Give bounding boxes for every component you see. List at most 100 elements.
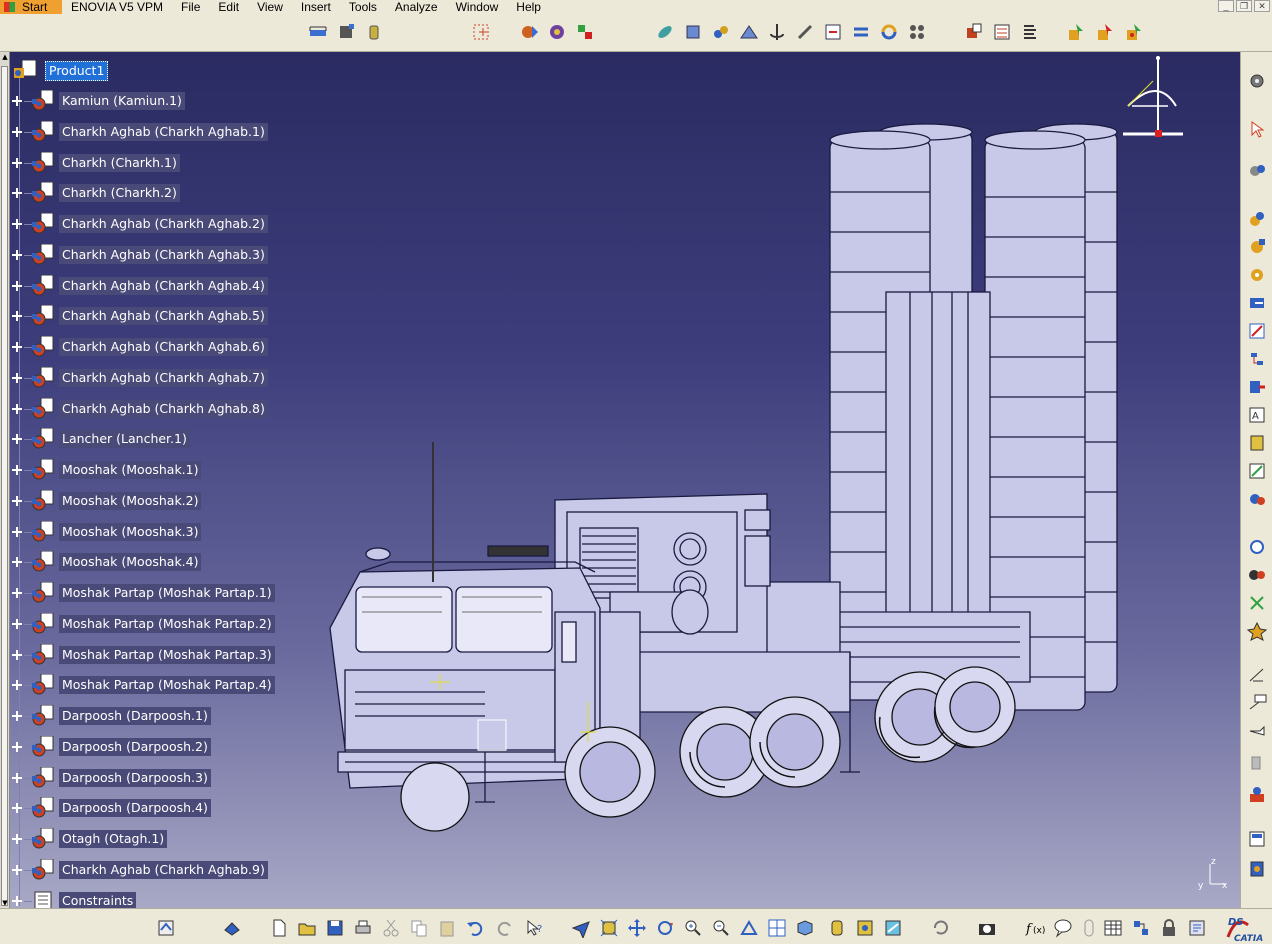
expand-plus-icon[interactable] [12,496,22,506]
whats-this-icon[interactable]: ? [524,917,546,939]
expand-plus-icon[interactable] [12,465,22,475]
scroll-thumb[interactable] [1,66,8,906]
expand-plus-icon[interactable] [12,588,22,598]
selective-load-icon[interactable]: A [1246,404,1268,426]
new-document-icon[interactable] [268,917,290,939]
properties-icon[interactable] [1019,21,1041,43]
tree-node[interactable]: Darpoosh (Darpoosh.2) [12,735,211,758]
workbench-switch-icon[interactable] [155,917,177,939]
pan-icon[interactable] [626,917,648,939]
expand-plus-icon[interactable] [12,434,22,444]
tree-node-label[interactable]: Moshak Partap (Moshak Partap.1) [59,584,275,602]
snap-icon[interactable] [710,21,732,43]
comment-icon[interactable] [1052,917,1074,939]
expand-plus-icon[interactable] [12,865,22,875]
insert-component-icon[interactable] [1246,208,1268,230]
expand-plus-icon[interactable] [12,834,22,844]
tree-node[interactable]: Otagh (Otagh.1) [12,827,168,850]
tree-node[interactable]: Mooshak (Mooshak.3) [12,520,202,543]
tree-node-label[interactable]: Charkh Aghab (Charkh Aghab.8) [59,400,268,418]
expand-plus-icon[interactable] [12,711,22,721]
expand-plus-icon[interactable] [12,250,22,260]
new-component-icon[interactable] [519,21,541,43]
compass-widget[interactable] [1118,56,1188,146]
tree-node[interactable]: Charkh Aghab (Charkh Aghab.6) [12,335,268,358]
tree-node-label[interactable]: Otagh (Otagh.1) [59,830,168,848]
multi-view-icon[interactable] [766,917,788,939]
explode-icon[interactable] [654,21,676,43]
lock-icon[interactable] [1158,917,1180,939]
hide-show-icon[interactable] [854,917,876,939]
scene-side-icon[interactable] [1246,784,1268,806]
tree-node[interactable]: Moshak Partap (Moshak Partap.3) [12,643,275,666]
annotation-text-icon[interactable] [1246,692,1268,714]
tree-node[interactable]: Darpoosh (Darpoosh.1) [12,704,211,727]
menu-window[interactable]: Window [447,0,508,14]
menu-insert[interactable]: Insert [292,0,340,14]
tree-node-label[interactable]: Mooshak (Mooshak.4) [59,553,202,571]
catalog-browser-icon[interactable] [221,917,243,939]
bill-of-material-side-icon[interactable] [1246,828,1268,850]
expand-plus-icon[interactable] [12,680,22,690]
select-arrow-icon[interactable] [1246,118,1268,140]
tree-node-label[interactable]: Moshak Partap (Moshak Partap.3) [59,646,275,664]
expand-plus-icon[interactable] [12,281,22,291]
insert-product-icon[interactable] [1246,236,1268,258]
iso-view-icon[interactable] [794,917,816,939]
tree-node[interactable]: Charkh Aghab (Charkh Aghab.8) [12,397,268,420]
menu-edit[interactable]: Edit [209,0,248,14]
rotate-icon[interactable] [654,917,676,939]
fly-mode-icon[interactable] [570,917,592,939]
tree-node-label[interactable]: Darpoosh (Darpoosh.4) [59,799,211,817]
tree-node[interactable]: Lancher (Lancher.1) [12,427,190,450]
menu-analyze[interactable]: Analyze [386,0,447,14]
tree-node[interactable]: Moshak Partap (Moshak Partap.1) [12,581,275,604]
vertical-scrollbar[interactable]: ▲ ▼ [0,52,10,908]
tree-node-label[interactable]: Mooshak (Mooshak.3) [59,523,202,541]
expand-plus-icon[interactable] [12,373,22,383]
workbench-gear-icon[interactable] [1246,70,1268,92]
expand-plus-icon[interactable] [12,742,22,752]
menu-help[interactable]: Help [507,0,550,14]
constraint-side-icon[interactable] [1246,664,1268,686]
tree-node-label[interactable]: Charkh Aghab (Charkh Aghab.9) [59,861,268,879]
tree-node[interactable]: Darpoosh (Darpoosh.4) [12,796,211,819]
tree-node[interactable]: Charkh Aghab (Charkh Aghab.9) [12,858,268,881]
expand-plus-icon[interactable] [12,127,22,137]
zoom-in-icon[interactable] [682,917,704,939]
flag-note-icon[interactable] [1246,720,1268,742]
new-part-icon[interactable] [574,21,596,43]
explode-side-icon[interactable] [1246,620,1268,642]
graph-tree-reorder-icon[interactable] [1246,348,1268,370]
zoom-out-icon[interactable] [710,917,732,939]
close-icon[interactable]: ✕ [1254,0,1270,12]
tree-node[interactable]: Moshak Partap (Moshak Partap.2) [12,612,275,635]
menu-file[interactable]: File [172,0,209,14]
start-menu[interactable]: Start [0,0,62,14]
tree-node-label[interactable]: Charkh Aghab (Charkh Aghab.5) [59,307,268,325]
tree-node-label[interactable]: Charkh Aghab (Charkh Aghab.3) [59,246,268,264]
anchor-icon[interactable] [766,21,788,43]
tree-node-label[interactable]: Kamiun (Kamiun.1) [59,92,185,110]
new-product-icon[interactable] [546,21,568,43]
offset-icon[interactable] [794,21,816,43]
publish-icon[interactable] [1065,21,1087,43]
catalog-icon[interactable] [470,21,492,43]
fast-multi-instantiation-icon[interactable] [1246,488,1268,510]
manage-representations-icon[interactable] [1246,432,1268,454]
tree-node-label[interactable]: Darpoosh (Darpoosh.3) [59,769,211,787]
scroll-down-icon[interactable]: ▼ [0,898,10,908]
expand-plus-icon[interactable] [12,896,22,906]
tree-node[interactable]: Moshak Partap (Moshak Partap.4) [12,673,275,696]
measure-inertia-icon[interactable] [363,21,385,43]
bom-icon[interactable] [991,21,1013,43]
tree-node[interactable]: Charkh Aghab (Charkh Aghab.2) [12,212,268,235]
tree-node-label[interactable]: Charkh Aghab (Charkh Aghab.6) [59,338,268,356]
expand-plus-icon[interactable] [12,404,22,414]
multi-instantiate-side-icon[interactable] [1246,460,1268,482]
existing-component-icon[interactable] [1246,292,1268,314]
tree-node-label[interactable]: Mooshak (Mooshak.2) [59,492,202,510]
product-structure-icon[interactable] [1246,160,1268,182]
tree-node[interactable]: Charkh Aghab (Charkh Aghab.5) [12,304,268,327]
multi-instantiation-icon[interactable] [1123,21,1145,43]
